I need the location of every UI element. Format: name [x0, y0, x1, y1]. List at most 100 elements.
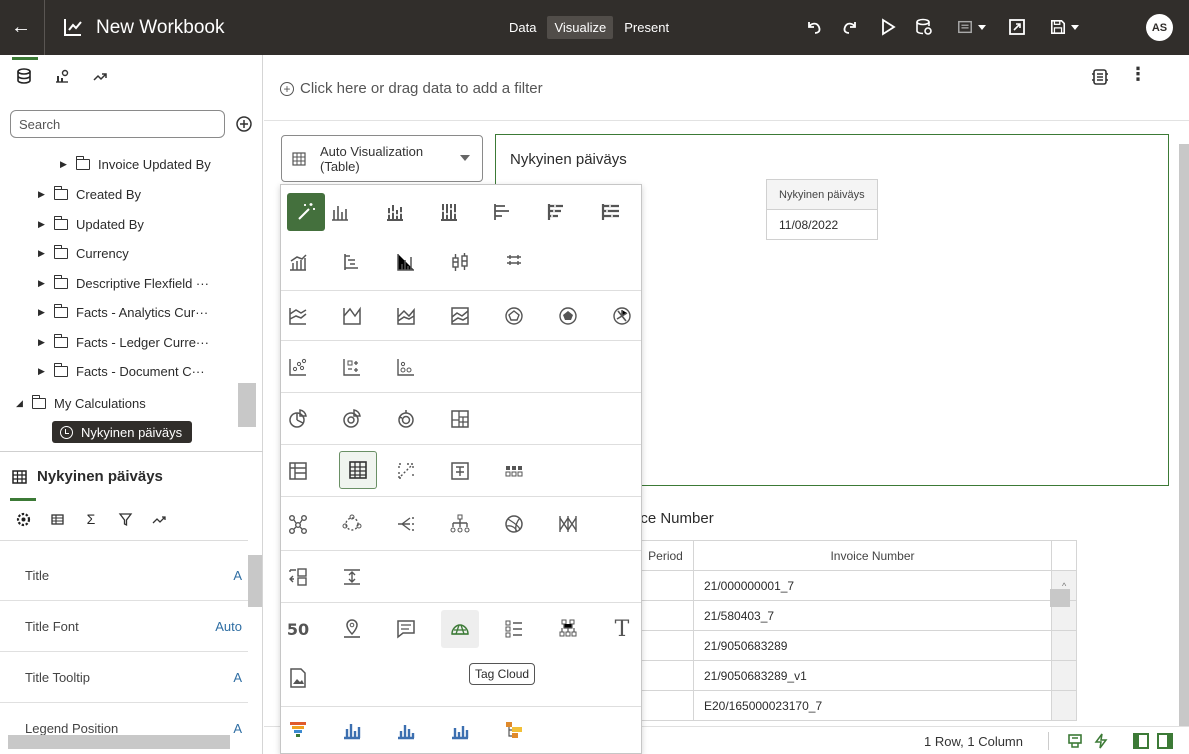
treemap-icon[interactable]: [441, 400, 479, 438]
property-value[interactable]: A: [233, 670, 242, 685]
tree-scroll-thumb[interactable]: [238, 383, 256, 427]
table-scroll-thumb[interactable]: [1050, 589, 1070, 607]
line-chart-icon[interactable]: [279, 297, 317, 335]
text-visualization-icon[interactable]: T: [603, 610, 641, 648]
tile-height-icon[interactable]: [333, 558, 371, 596]
bar-chart-icon[interactable]: [321, 193, 359, 231]
axis-table-icon[interactable]: [48, 510, 66, 528]
expand-caret-icon[interactable]: ▶: [38, 219, 50, 230]
horizontal-100-percent-bar-icon[interactable]: [592, 193, 630, 231]
table-scroll-track[interactable]: [1050, 630, 1078, 661]
custom-bar-icon-1[interactable]: [333, 711, 371, 749]
gantt-bar-icon[interactable]: [495, 243, 533, 281]
auto-refresh-bolt-icon[interactable]: [1092, 732, 1110, 750]
mode-visualize-tab[interactable]: Visualize: [547, 16, 614, 39]
table-header-cell[interactable]: Invoice Number: [693, 540, 1052, 571]
tree-item-facts-document[interactable]: ▶ Facts - Document C···: [38, 360, 205, 382]
grid-scatter-icon[interactable]: [333, 348, 371, 386]
data-search-input[interactable]: Search: [10, 110, 225, 138]
combo-chart-icon[interactable]: [279, 243, 317, 281]
filter-funnel-icon[interactable]: [116, 510, 134, 528]
custom-hierarchy-chart-icon[interactable]: [495, 711, 533, 749]
funnel-chart-icon[interactable]: [279, 711, 317, 749]
tree-item-my-calculations[interactable]: ◢ My Calculations: [16, 392, 146, 414]
property-row-title-tooltip[interactable]: Title Tooltip A: [0, 652, 248, 703]
stacked-area-chart-icon[interactable]: [387, 297, 425, 335]
tree-item-invoice-updated-by[interactable]: ▶ Invoice Updated By: [60, 153, 211, 175]
tree-item-descriptive-flexfield[interactable]: ▶ Descriptive Flexfield ···: [38, 272, 209, 294]
table-cell[interactable]: 21/9050683289_v1: [693, 660, 1052, 691]
radar-line-icon[interactable]: [495, 297, 533, 335]
redo-icon[interactable]: [838, 16, 862, 38]
narrative-menu-icon[interactable]: [952, 16, 992, 38]
canvas-scroll-thumb[interactable]: [1179, 144, 1189, 734]
sunburst-chart-icon[interactable]: [387, 400, 425, 438]
tree-item-facts-analytics[interactable]: ▶ Facts - Analytics Cur···: [38, 301, 208, 323]
table-cell[interactable]: 11/08/2022: [766, 209, 878, 240]
add-filter-hint[interactable]: + Click here or drag data to add a filte…: [280, 80, 543, 97]
table-header-cell[interactable]: Period: [637, 540, 694, 571]
boxplot-chart-icon[interactable]: [441, 243, 479, 281]
panel-splitter[interactable]: [0, 451, 263, 452]
table-header-cell[interactable]: Nykyinen päiväys: [766, 179, 878, 210]
bubble-chart-icon[interactable]: [387, 348, 425, 386]
property-value[interactable]: A: [233, 721, 242, 736]
map-pin-icon[interactable]: [333, 610, 371, 648]
table-cell[interactable]: 21/9050683289: [693, 630, 1052, 661]
analytics-tab-icon[interactable]: [88, 63, 112, 89]
radar-area-icon[interactable]: [549, 297, 587, 335]
tag-cloud-icon[interactable]: [441, 610, 479, 648]
mode-data-tab[interactable]: Data: [502, 16, 543, 39]
tree-diagram-icon[interactable]: [441, 505, 479, 543]
expand-caret-icon[interactable]: ▶: [38, 189, 50, 200]
undo-icon[interactable]: [802, 16, 826, 38]
collapse-caret-icon[interactable]: ◢: [16, 398, 28, 409]
visualization-type-selector[interactable]: Auto Visualization (Table): [281, 135, 483, 182]
property-row-title[interactable]: Title A: [0, 550, 248, 601]
expand-caret-icon[interactable]: ▶: [38, 366, 50, 377]
100-percent-stacked-bar-icon[interactable]: [430, 193, 468, 231]
user-avatar[interactable]: AS: [1146, 14, 1173, 41]
filter-bar-more-icon[interactable]: ⋮: [1129, 65, 1147, 83]
custom-bar-icon-2[interactable]: [387, 711, 425, 749]
pivot-table-icon[interactable]: [279, 452, 317, 490]
heat-matrix-icon[interactable]: [495, 452, 533, 490]
tree-scrollbar[interactable]: [236, 143, 256, 451]
table-cell[interactable]: E20/165000023170_7: [693, 690, 1052, 721]
sankey-diagram-icon[interactable]: [387, 505, 425, 543]
properties-horizontal-scroll-thumb[interactable]: [8, 735, 230, 749]
canvas-scrollbar[interactable]: [1179, 140, 1189, 734]
property-row-title-font[interactable]: Title Font Auto: [0, 601, 248, 652]
visualizations-tab-icon[interactable]: [50, 63, 74, 89]
chord-circle-icon[interactable]: [495, 505, 533, 543]
property-value[interactable]: Auto: [215, 619, 242, 634]
layout-right-panel-icon[interactable]: [1156, 732, 1174, 750]
table-cell[interactable]: 21/000000001_7: [693, 570, 1052, 601]
parallel-sets-icon[interactable]: [549, 505, 587, 543]
correlation-matrix-icon[interactable]: [441, 452, 479, 490]
text-box-icon[interactable]: [387, 610, 425, 648]
auto-apply-filters-icon[interactable]: [1090, 67, 1110, 87]
data-tab-database-icon[interactable]: [12, 57, 38, 89]
tree-item-updated-by[interactable]: ▶ Updated By: [38, 213, 144, 235]
chord-diagram-icon[interactable]: [333, 505, 371, 543]
tree-item-created-by[interactable]: ▶ Created By: [38, 183, 141, 205]
butterfly-chart-icon[interactable]: [387, 243, 425, 281]
mode-present-tab[interactable]: Present: [617, 16, 676, 39]
data-quality-icon[interactable]: [1066, 732, 1084, 750]
expand-caret-icon[interactable]: ▶: [60, 159, 72, 170]
auto-visualization-wand-icon[interactable]: [287, 193, 325, 231]
property-value[interactable]: A: [233, 568, 242, 583]
add-data-icon[interactable]: [234, 114, 254, 134]
radar-bar-icon[interactable]: [603, 297, 641, 335]
sigma-values-icon[interactable]: Σ: [82, 510, 100, 528]
area-chart-icon[interactable]: [333, 297, 371, 335]
custom-bar-icon-3[interactable]: [441, 711, 479, 749]
list-visualization-icon[interactable]: [279, 558, 317, 596]
table-visualization-icon[interactable]: [339, 451, 377, 489]
expand-caret-icon[interactable]: ▶: [38, 278, 50, 289]
filter-bar[interactable]: + Click here or drag data to add a filte…: [264, 55, 1189, 121]
table-scroll-track[interactable]: [1050, 660, 1078, 691]
stacked-bar-chart-icon[interactable]: [376, 193, 414, 231]
donut-chart-icon[interactable]: [333, 400, 371, 438]
